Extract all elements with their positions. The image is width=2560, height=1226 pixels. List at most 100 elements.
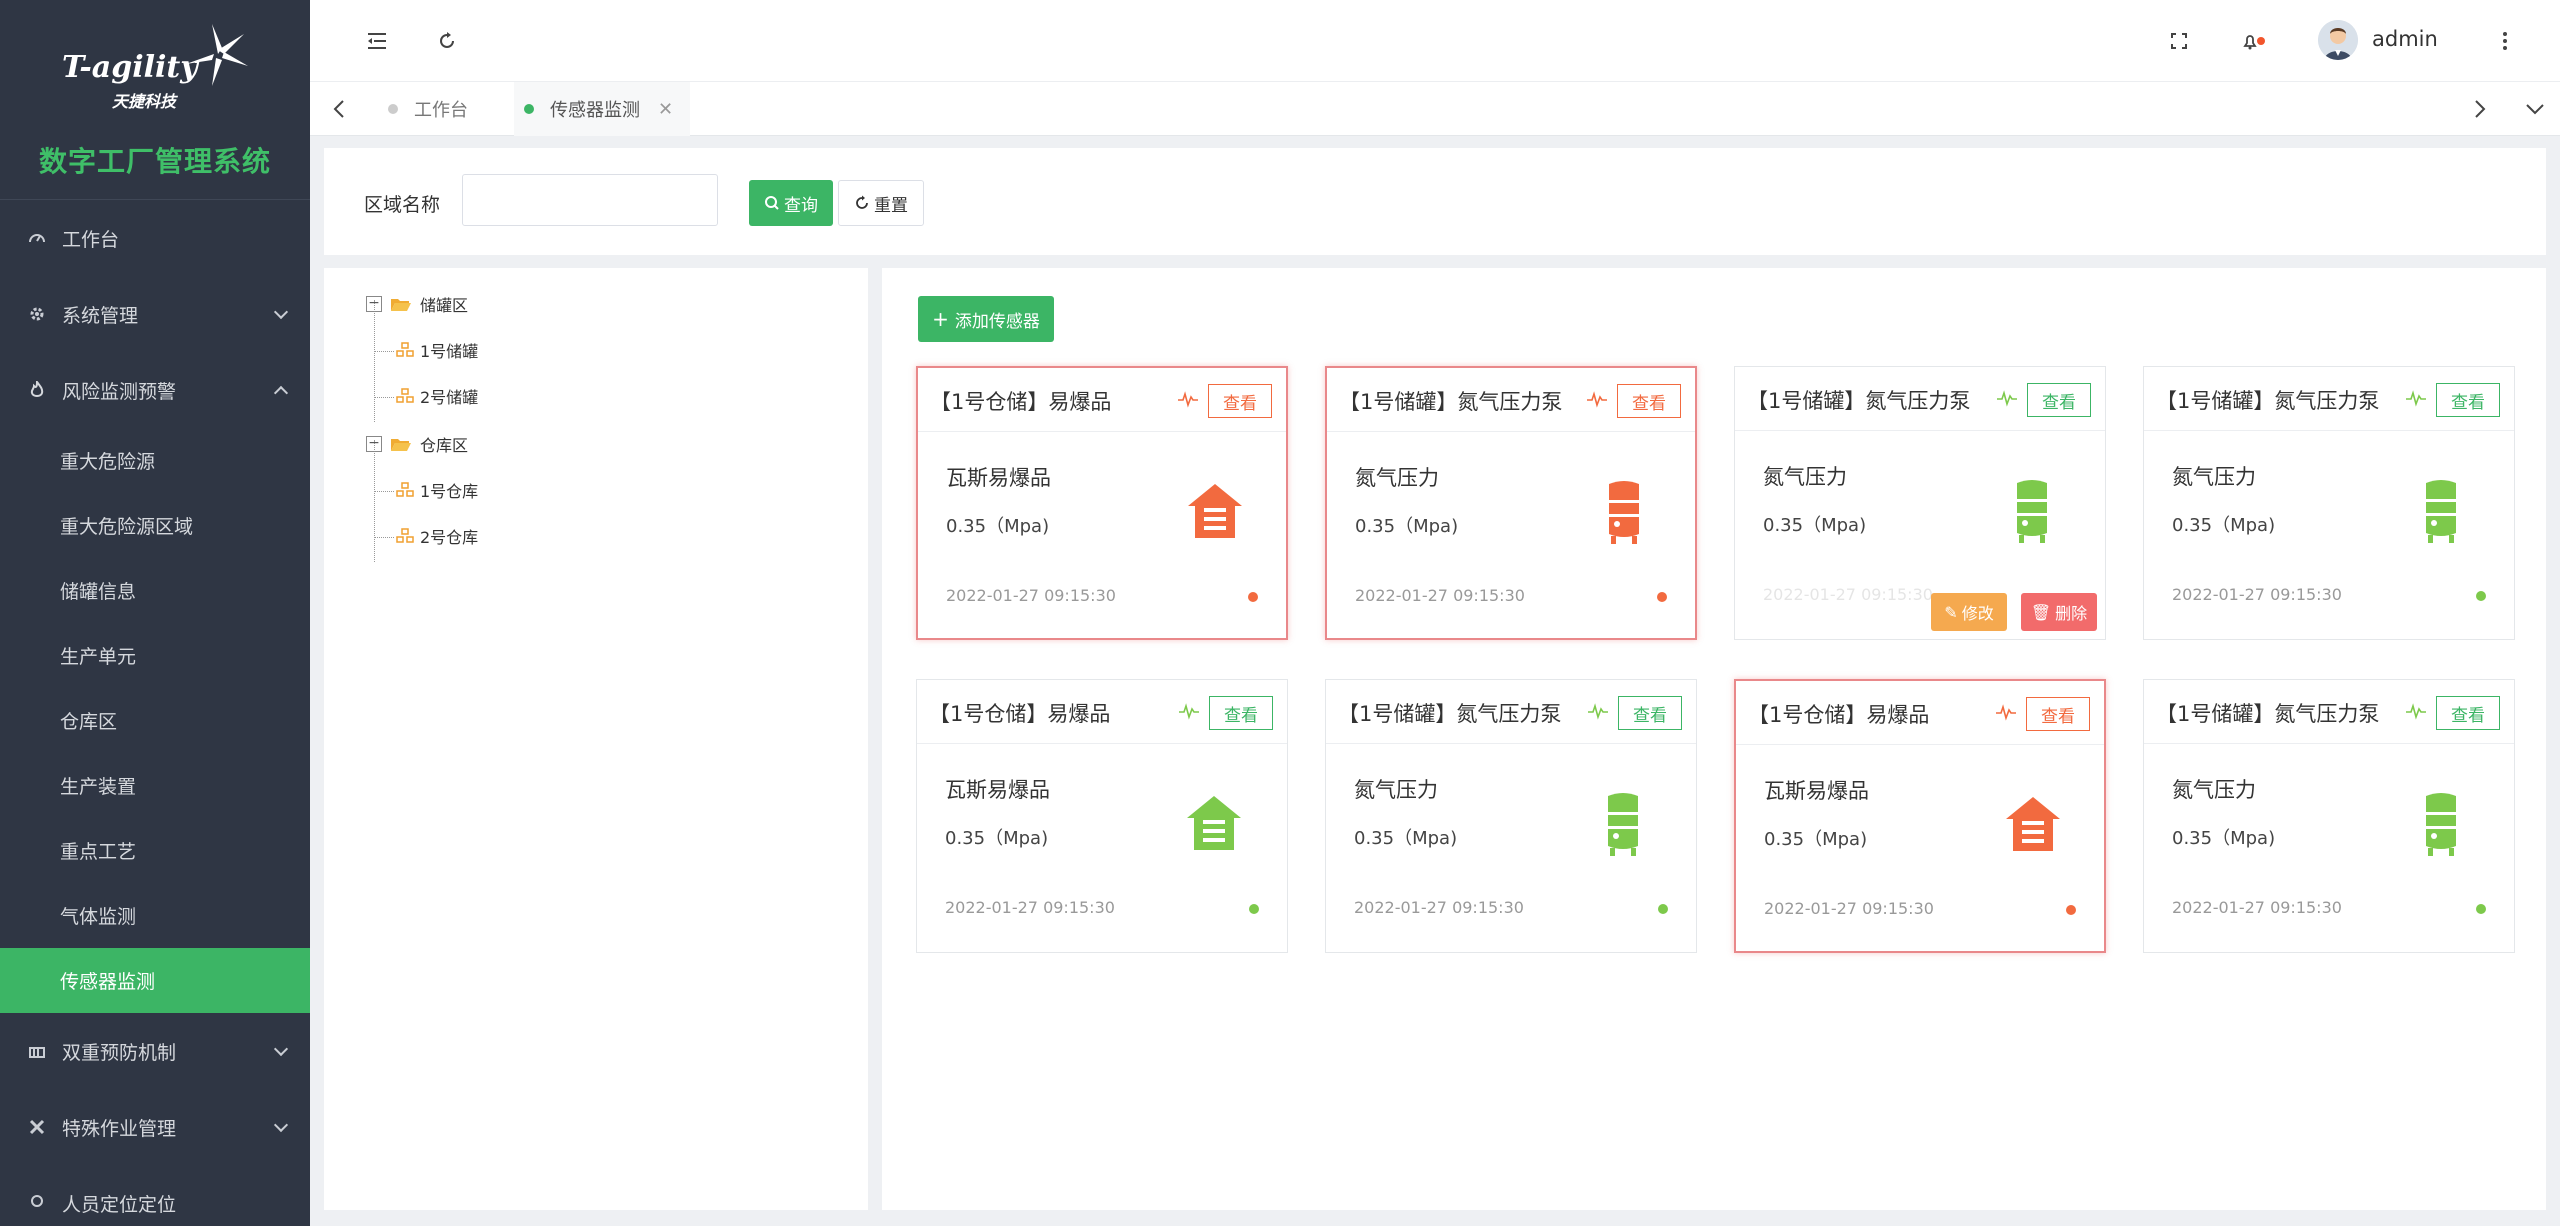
bell-icon[interactable]	[2238, 26, 2268, 56]
system-title: 数字工厂管理系统	[38, 145, 271, 178]
avatar[interactable]	[2318, 20, 2358, 60]
more-vertical-icon[interactable]	[2490, 26, 2520, 56]
sidebar-item-special-work[interactable]: 特殊作业管理	[0, 1089, 310, 1165]
submenu-item-sensor-monitor[interactable]: 传感器监测	[0, 948, 310, 1013]
tree-node-label: 1号储罐	[420, 342, 479, 361]
tab-dot	[524, 104, 534, 114]
sensor-timestamp: 2022-01-27 09:15:30	[2172, 898, 2342, 917]
sensor-timestamp: 2022-01-27 09:15:30	[1354, 898, 1524, 917]
submenu-item[interactable]: 仓库区	[0, 688, 310, 753]
tree-node-label: 储罐区	[420, 296, 469, 315]
submenu-item[interactable]: 储罐信息	[0, 558, 310, 623]
top-header: admin	[310, 0, 2560, 82]
sidebar-item-label: 系统管理	[62, 304, 139, 327]
sensor-card[interactable]: 【1号储罐】氮气压力泵 查看 氮气压力 0.35（Mpa) 2022-01-27…	[2143, 679, 2515, 953]
refresh-icon	[856, 195, 868, 209]
pulse-icon	[2406, 702, 2426, 720]
sensor-card[interactable]: 【1号仓储】易爆品 查看 瓦斯易爆品 0.35（Mpa) 2022-01-27 …	[1734, 679, 2106, 953]
close-icon[interactable]: ✕	[658, 99, 673, 120]
submenu-item[interactable]: 重大危险源	[0, 428, 310, 493]
sensor-card[interactable]: 【1号储罐】氮气压力泵 查看 氮气压力 0.35（Mpa) 2022-01-27…	[2143, 366, 2515, 640]
view-button[interactable]: 查看	[1208, 384, 1272, 418]
tree-node-warehouse-area[interactable]: − 仓库区	[366, 432, 468, 456]
chevron-down-icon[interactable]	[2520, 94, 2550, 124]
card-actions: ✎ 修改 🗑 删除	[1931, 593, 2097, 631]
sensor-value: 0.35（Mpa)	[945, 828, 1049, 849]
sensor-timestamp: 2022-01-27 09:15:30	[2172, 585, 2342, 604]
card-header: 【1号仓储】易爆品 查看	[917, 680, 1287, 744]
chevron-left-icon[interactable]	[324, 94, 354, 124]
sidebar-item-system[interactable]: 系统管理	[0, 276, 310, 352]
tab-dashboard[interactable]: 工作台	[388, 82, 468, 136]
username[interactable]: admin	[2372, 27, 2438, 51]
sensor-card[interactable]: 【1号储罐】氮气压力泵 查看 氮气压力 0.35（Mpa) 2022-01-27…	[1325, 366, 1697, 640]
sensor-card[interactable]: 【1号仓储】易爆品 查看 瓦斯易爆品 0.35（Mpa) 2022-01-27 …	[916, 366, 1288, 640]
card-header: 【1号仓储】易爆品 查看	[1736, 681, 2104, 745]
view-button[interactable]: 查看	[2436, 383, 2500, 417]
tank-icon	[2412, 479, 2470, 545]
delete-button[interactable]: 🗑 删除	[2021, 593, 2097, 631]
reset-button[interactable]: 重置	[838, 180, 924, 226]
fullscreen-icon[interactable]	[2164, 26, 2194, 56]
tree-node-warehouse-2[interactable]: 2号仓库	[396, 524, 478, 548]
view-button[interactable]: 查看	[1618, 696, 1682, 730]
pulse-icon	[1997, 389, 2017, 407]
view-button[interactable]: 查看	[2436, 696, 2500, 730]
submenu-item[interactable]: 重点工艺	[0, 818, 310, 883]
refresh-icon[interactable]	[432, 26, 462, 56]
edit-button[interactable]: ✎ 修改	[1931, 593, 2007, 631]
sensor-timestamp: 2022-01-27 09:15:30	[945, 898, 1115, 917]
card-title: 【1号储罐】氮气压力泵	[1339, 390, 1563, 414]
tree-node-tank-area[interactable]: − 储罐区	[366, 292, 468, 316]
submenu-item[interactable]: 重大危险源区域	[0, 493, 310, 558]
sensor-card[interactable]: 【1号储罐】氮气压力泵 查看 氮气压力 0.35（Mpa) 2022-01-27…	[1734, 366, 2106, 640]
view-button[interactable]: 查看	[2026, 697, 2090, 731]
sidebar: T-agility 天捷科技 数字工厂管理系统 工作台 系统管理 风险监测预警 …	[0, 0, 310, 1226]
sensor-name: 瓦斯易爆品	[946, 466, 1051, 490]
sidebar-item-dashboard[interactable]: 工作台	[0, 200, 310, 276]
chevron-right-icon[interactable]	[2465, 94, 2495, 124]
sidebar-item-dual-prevention[interactable]: 双重预防机制	[0, 1013, 310, 1089]
sensor-card[interactable]: 【1号储罐】氮气压力泵 查看 氮气压力 0.35（Mpa) 2022-01-27…	[1325, 679, 1697, 953]
card-header: 【1号储罐】氮气压力泵 查看	[1327, 368, 1695, 432]
add-sensor-button[interactable]: + 添加传感器	[918, 296, 1054, 342]
sidebar-item-risk[interactable]: 风险监测预警	[0, 352, 310, 428]
sensor-card[interactable]: 【1号仓储】易爆品 查看 瓦斯易爆品 0.35（Mpa) 2022-01-27 …	[916, 679, 1288, 953]
unit-icon	[396, 482, 414, 497]
submenu-item[interactable]: 生产装置	[0, 753, 310, 818]
search-panel: 区域名称 查询 重置	[324, 148, 2546, 255]
status-dot	[1658, 904, 1668, 914]
collapse-icon[interactable]: −	[366, 436, 382, 452]
pulse-icon	[1588, 702, 1608, 720]
query-button[interactable]: 查询	[749, 180, 833, 226]
sidebar-item-personnel-location[interactable]: 人员定位定位	[0, 1165, 310, 1226]
status-dot	[1249, 904, 1259, 914]
view-button[interactable]: 查看	[1209, 696, 1273, 730]
unit-icon	[396, 528, 414, 543]
menu-fold-icon[interactable]	[362, 26, 392, 56]
sidebar-menu-lower: 双重预防机制 特殊作业管理 人员定位定位	[0, 1013, 310, 1226]
tree-node-warehouse-1[interactable]: 1号仓库	[396, 478, 478, 502]
tree-node-label: 仓库区	[420, 436, 469, 455]
logo-mark-icon	[186, 24, 248, 86]
collapse-icon[interactable]: −	[366, 296, 382, 312]
card-header: 【1号储罐】氮气压力泵 查看	[1735, 367, 2105, 431]
delete-label: 删除	[2055, 604, 2088, 623]
warehouse-icon	[1185, 792, 1243, 858]
submenu-item[interactable]: 生产单元	[0, 623, 310, 688]
sensor-value: 0.35（Mpa)	[1763, 515, 1867, 536]
sensor-value: 0.35（Mpa)	[1354, 828, 1458, 849]
tree-node-tank-1[interactable]: 1号储罐	[396, 338, 478, 362]
status-dot	[2066, 905, 2076, 915]
tank-icon	[2003, 479, 2061, 545]
view-button[interactable]: 查看	[2027, 383, 2091, 417]
submenu-item[interactable]: 气体监测	[0, 883, 310, 948]
tab-sensor-monitor[interactable]: 传感器监测 ✕	[514, 82, 690, 136]
location-icon	[28, 1194, 46, 1212]
sensor-value: 0.35（Mpa)	[946, 516, 1050, 537]
warehouse-icon	[2004, 793, 2062, 859]
area-name-input[interactable]	[462, 174, 718, 226]
sensor-cards-panel: + 添加传感器 【1号仓储】易爆品 查看 瓦斯易爆品 0.35（Mpa) 202…	[882, 268, 2546, 1210]
tree-node-tank-2[interactable]: 2号储罐	[396, 384, 478, 408]
view-button[interactable]: 查看	[1617, 384, 1681, 418]
